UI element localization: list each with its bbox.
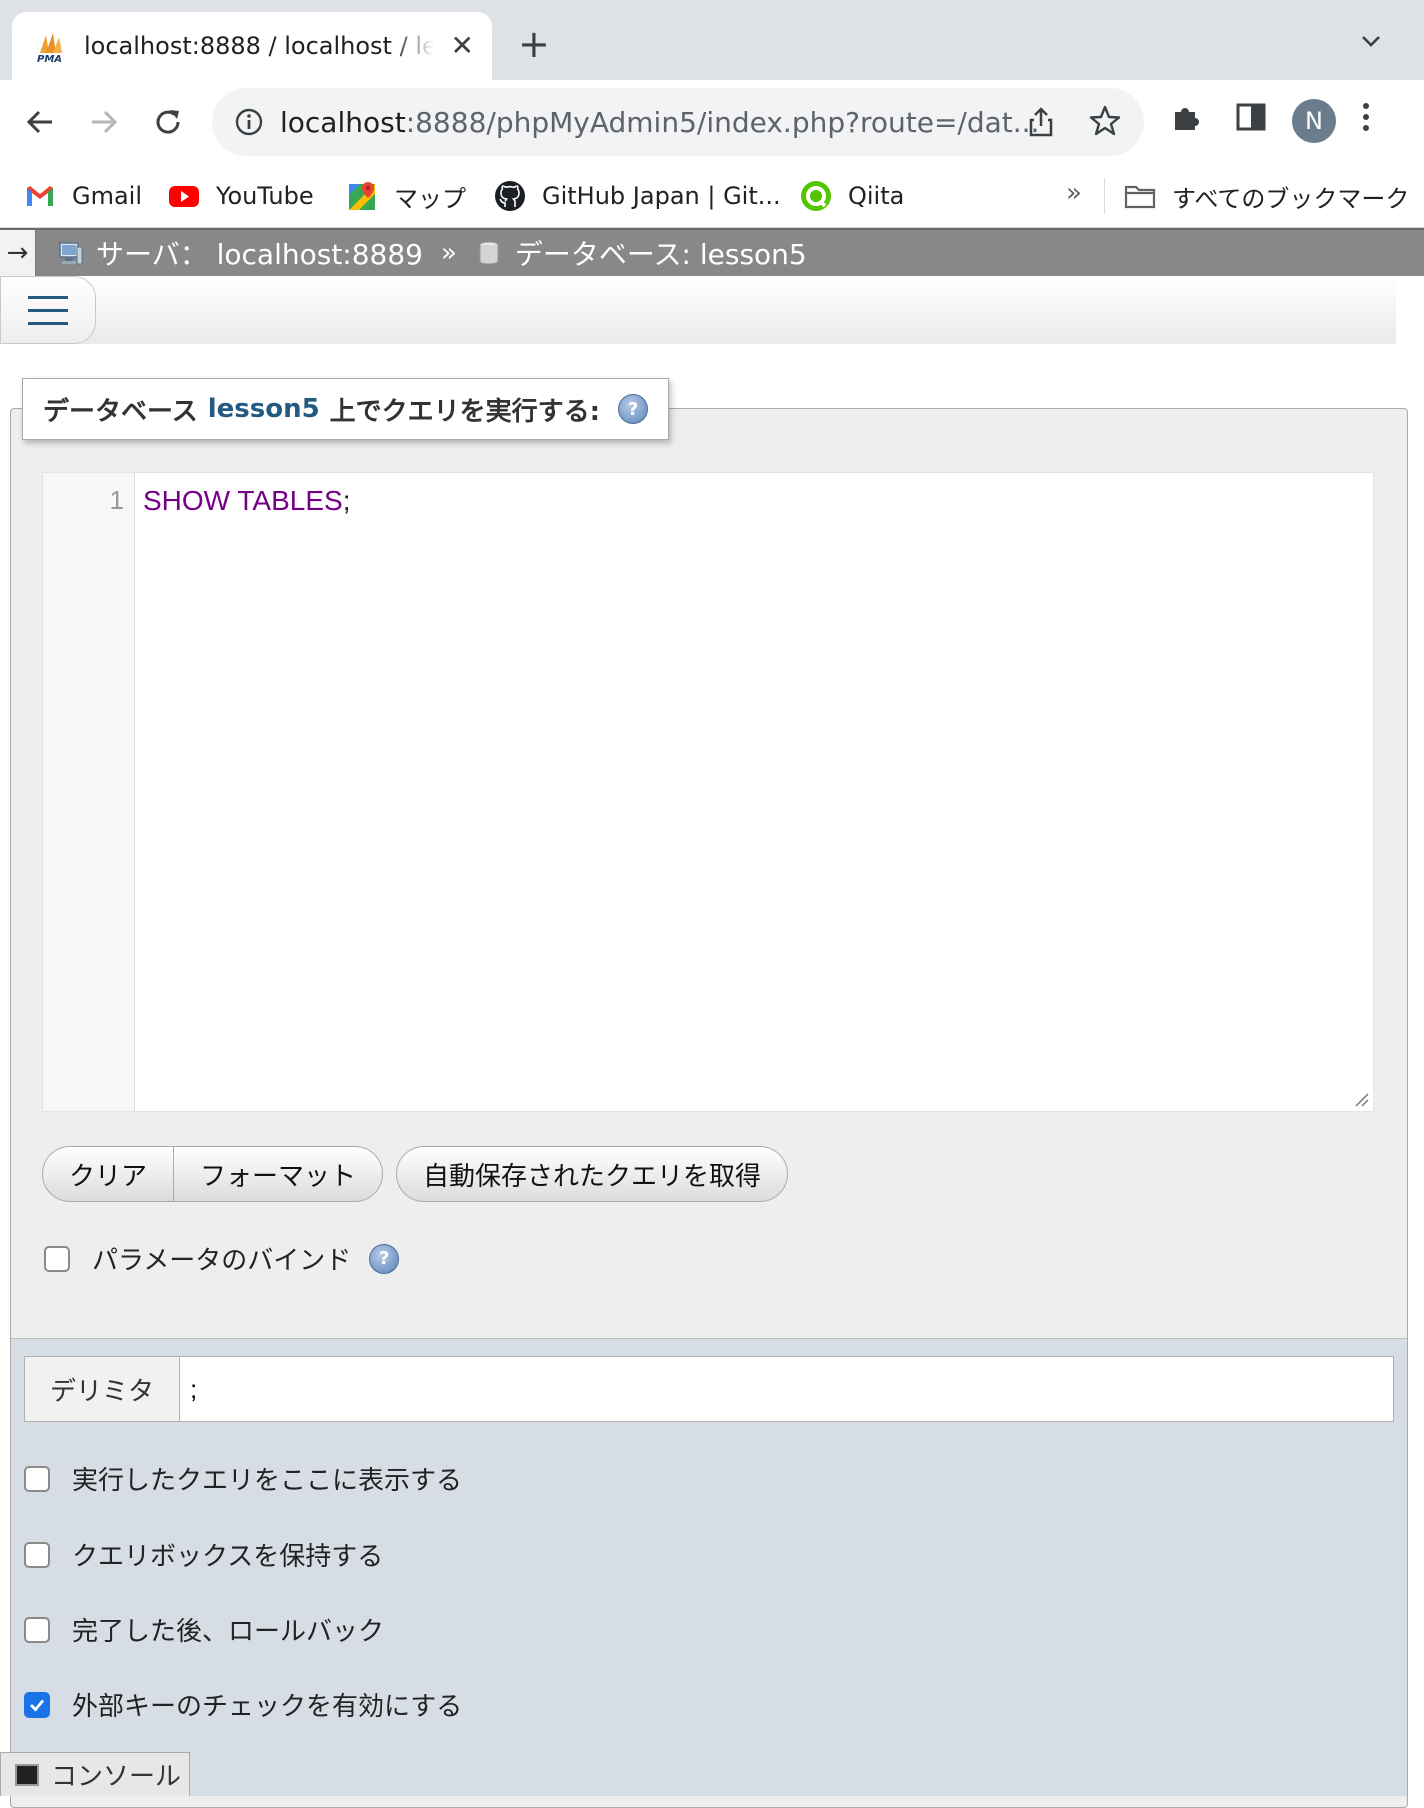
help-icon[interactable]: ? — [618, 394, 649, 424]
breadcrumb-server[interactable]: サーバ： localhost:8889 — [36, 233, 423, 273]
delimiter-input[interactable] — [180, 1357, 1393, 1421]
folder-icon — [1124, 180, 1156, 212]
foreign-key-checks-checkbox[interactable] — [24, 1691, 50, 1718]
show-query-label: 実行したクエリをここに表示する — [72, 1466, 463, 1496]
foreign-key-checks-row: 外部キーのチェックを有効にする — [24, 1686, 462, 1723]
svg-text:PMA: PMA — [37, 54, 62, 63]
bookmarks-bar: Gmail YouTube マップ GitHub Japan | Git... … — [0, 164, 1424, 228]
bookmark-youtube[interactable]: YouTube — [168, 178, 314, 214]
browser-menu-icon[interactable] — [1360, 100, 1372, 138]
bookmark-maps[interactable]: マップ — [346, 178, 466, 214]
get-autosaved-query-button[interactable]: 自動保存されたクエリを取得 — [397, 1147, 787, 1201]
resize-grip-icon[interactable] — [1353, 1091, 1369, 1107]
bookmark-label: Gmail — [72, 182, 143, 210]
legend-prefix: データベース — [43, 396, 198, 427]
github-icon — [494, 180, 526, 212]
bookmark-label: Qiita — [848, 182, 905, 210]
breadcrumb-server-label: サーバ： localhost:8889 — [96, 238, 423, 271]
url-host: localhost — [280, 105, 406, 139]
legend-suffix: 上でクエリを実行する: — [329, 396, 601, 427]
close-tab-icon[interactable]: ✕ — [451, 30, 474, 62]
rollback-row: 完了した後、ロールバック — [24, 1611, 384, 1648]
server-icon — [56, 239, 84, 267]
profile-avatar[interactable]: N — [1292, 99, 1336, 143]
legend-database-name: lesson5 — [207, 394, 320, 424]
url-text: localhost:8888/phpMyAdmin5/index.php?rou… — [280, 106, 1039, 139]
console-toggle[interactable]: コンソール — [0, 1752, 190, 1796]
browser-tabstrip: PMA localhost:8888 / localhost / lesson5… — [0, 0, 1424, 80]
console-icon — [15, 1763, 39, 1786]
hamburger-menu-icon[interactable] — [0, 276, 96, 344]
all-bookmarks-button[interactable]: すべてのブックマーク — [1124, 178, 1409, 214]
gmail-icon — [24, 180, 56, 212]
share-icon[interactable] — [1026, 106, 1056, 142]
bookmark-label: GitHub Japan | Git... — [542, 182, 781, 210]
breadcrumb-database[interactable]: データベース: lesson5 — [475, 233, 807, 273]
browser-tab[interactable]: PMA localhost:8888 / localhost / lesson5… — [12, 12, 492, 80]
bookmark-gmail[interactable]: Gmail — [24, 178, 142, 214]
bookmark-star-icon[interactable] — [1088, 104, 1122, 142]
phpmyadmin-favicon-icon: PMA — [34, 29, 68, 65]
retain-query-box-checkbox[interactable] — [24, 1541, 50, 1568]
clear-button[interactable]: クリア — [43, 1147, 173, 1201]
editor-gutter: 1 — [43, 473, 135, 1111]
pma-menu-row — [0, 276, 1396, 344]
show-query-checkbox[interactable] — [24, 1465, 50, 1492]
breadcrumb-database-label: データベース: lesson5 — [514, 238, 807, 271]
checkmark-icon — [30, 1699, 45, 1712]
bind-parameters-help-icon[interactable]: ? — [369, 1243, 400, 1274]
qiita-icon — [800, 180, 832, 212]
browser-toolbar: localhost:8888/phpMyAdmin5/index.php?rou… — [0, 80, 1424, 164]
side-panel-icon[interactable] — [1234, 100, 1268, 138]
breadcrumb-separator: » — [441, 238, 457, 268]
bind-parameters-label: パラメータのバインド — [92, 1246, 352, 1276]
editor-button-group: クリア フォーマット — [42, 1146, 384, 1202]
bookmark-label: YouTube — [216, 182, 314, 210]
format-button[interactable]: フォーマット — [173, 1147, 382, 1201]
bookmark-qiita[interactable]: Qiita — [800, 178, 904, 214]
autosave-button-group: 自動保存されたクエリを取得 — [396, 1146, 789, 1202]
foreign-key-checks-label: 外部キーのチェックを有効にする — [72, 1692, 463, 1722]
back-arrow-icon[interactable] — [18, 100, 62, 144]
show-query-row: 実行したクエリをここに表示する — [24, 1460, 462, 1497]
forward-arrow-icon[interactable] — [82, 100, 126, 144]
sql-editor[interactable]: 1 SHOW TABLES; — [42, 472, 1374, 1112]
youtube-icon — [168, 180, 200, 212]
maps-icon — [346, 180, 378, 212]
bookmarks-overflow-button[interactable]: » — [1066, 178, 1082, 208]
tab-search-chevron-icon[interactable] — [1358, 28, 1384, 54]
bind-parameters-checkbox[interactable] — [44, 1245, 70, 1272]
console-label: コンソール — [51, 1762, 182, 1792]
site-info-icon[interactable] — [234, 107, 264, 137]
database-icon — [475, 239, 503, 267]
sql-keyword: SHOW TABLES — [143, 485, 343, 516]
pma-breadcrumb: → サーバ： localhost:8889 » データベース: lesson5 — [0, 228, 1424, 276]
bookmark-github[interactable]: GitHub Japan | Git... — [494, 178, 781, 214]
bind-parameters-row: パラメータのバインド ? — [44, 1240, 400, 1277]
reload-icon[interactable] — [146, 100, 190, 144]
navigation-toggle-arrow-icon[interactable]: → — [0, 230, 36, 276]
sql-terminator: ; — [342, 485, 351, 516]
tab-title: localhost:8888 / localhost / lesson5 — [84, 32, 434, 60]
all-bookmarks-label: すべてのブックマーク — [1172, 184, 1410, 213]
sql-code-line: SHOW TABLES; — [143, 485, 350, 517]
address-bar[interactable]: localhost:8888/phpMyAdmin5/index.php?rou… — [212, 88, 1144, 156]
bookmarks-divider — [1104, 178, 1105, 214]
new-tab-icon[interactable]: + — [518, 24, 550, 64]
sql-query-legend: データベース lesson5 上でクエリを実行する: ? — [22, 378, 670, 440]
retain-query-box-label: クエリボックスを保持する — [72, 1542, 384, 1572]
extensions-puzzle-icon[interactable] — [1170, 100, 1204, 138]
line-number: 1 — [109, 485, 124, 515]
retain-query-box-row: クエリボックスを保持する — [24, 1536, 383, 1573]
rollback-checkbox[interactable] — [24, 1616, 50, 1643]
delimiter-group: デリミタ — [24, 1356, 1394, 1422]
url-path: :8888/phpMyAdmin5/index.php?route=/dat..… — [405, 105, 1040, 139]
rollback-label: 完了した後、ロールバック — [72, 1617, 385, 1647]
bookmark-label: マップ — [394, 184, 466, 213]
delimiter-label: デリミタ — [25, 1357, 180, 1421]
